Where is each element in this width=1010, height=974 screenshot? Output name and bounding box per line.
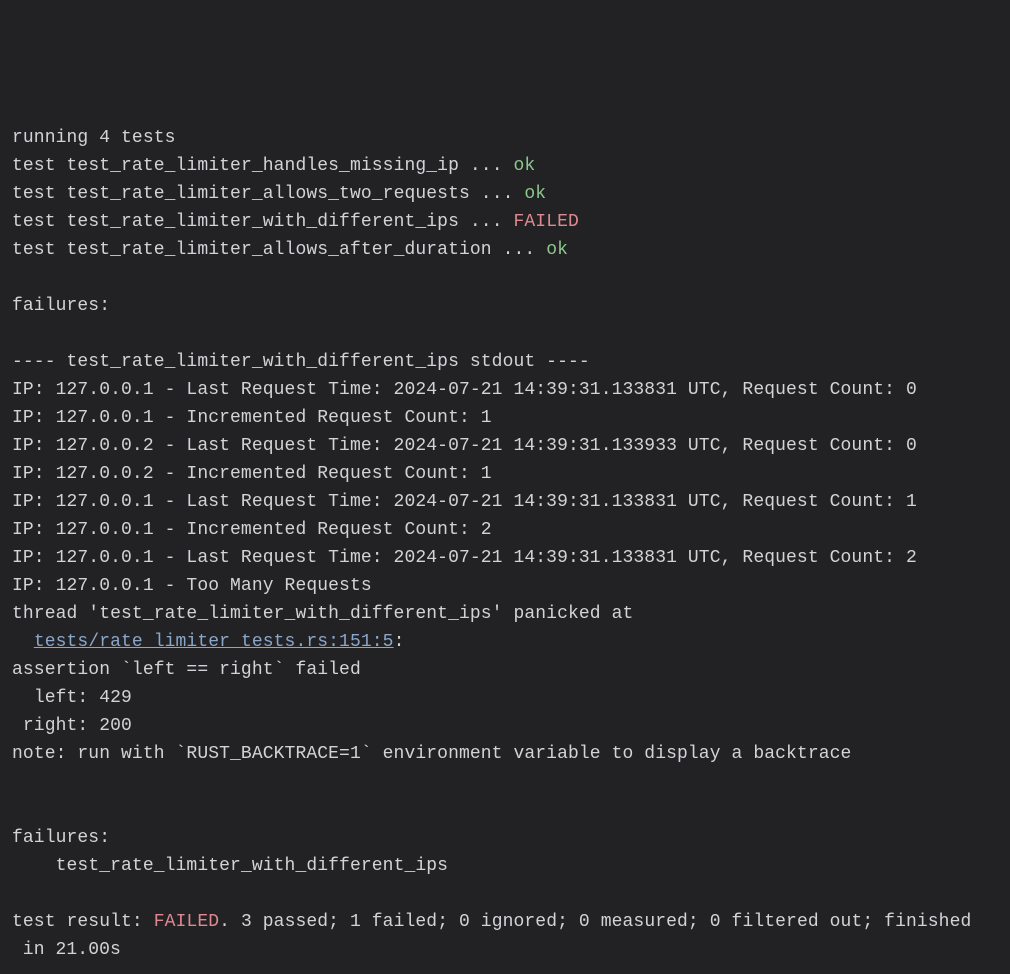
blank-line (12, 264, 998, 292)
test-status: FAILED (514, 212, 579, 232)
stdout-section-header: ---- test_rate_limiter_with_different_ip… (12, 348, 998, 376)
test-status: ok (546, 240, 568, 260)
panic-line: thread 'test_rate_limiter_with_different… (12, 600, 998, 628)
test-line: test test_rate_limiter_allows_two_reques… (12, 180, 998, 208)
terminal-output: running 4 teststest test_rate_limiter_ha… (12, 124, 998, 964)
stdout-line: IP: 127.0.0.2 - Last Request Time: 2024-… (12, 432, 998, 460)
stdout-line: IP: 127.0.0.1 - Too Many Requests (12, 572, 998, 600)
test-line: test test_rate_limiter_allows_after_dura… (12, 236, 998, 264)
running-header: running 4 tests (12, 124, 998, 152)
blank-line (12, 768, 998, 796)
stdout-line: IP: 127.0.0.1 - Last Request Time: 2024-… (12, 488, 998, 516)
stdout-line: IP: 127.0.0.1 - Last Request Time: 2024-… (12, 544, 998, 572)
assertion-right: right: 200 (12, 712, 998, 740)
assertion-line: assertion `left == right` failed (12, 656, 998, 684)
failures-list-header: failures: (12, 824, 998, 852)
assertion-left: left: 429 (12, 684, 998, 712)
test-line: test test_rate_limiter_handles_missing_i… (12, 152, 998, 180)
blank-line (12, 880, 998, 908)
test-name: test_rate_limiter_allows_after_duration (67, 240, 492, 260)
blank-line (12, 320, 998, 348)
stdout-line: IP: 127.0.0.1 - Incremented Request Coun… (12, 516, 998, 544)
test-result-line: test result: FAILED. 3 passed; 1 failed;… (12, 908, 998, 964)
backtrace-note: note: run with `RUST_BACKTRACE=1` enviro… (12, 740, 998, 768)
stdout-line: IP: 127.0.0.1 - Last Request Time: 2024-… (12, 376, 998, 404)
stdout-line: IP: 127.0.0.2 - Incremented Request Coun… (12, 460, 998, 488)
result-status: FAILED (154, 912, 219, 932)
panic-source-link[interactable]: tests/rate_limiter_tests.rs:151:5 (34, 632, 394, 652)
test-name: test_rate_limiter_allows_two_requests (67, 184, 470, 204)
test-line: test test_rate_limiter_with_different_ip… (12, 208, 998, 236)
test-name: test_rate_limiter_handles_missing_ip (67, 156, 459, 176)
panic-location-line: tests/rate_limiter_tests.rs:151:5: (12, 628, 998, 656)
blank-line (12, 796, 998, 824)
test-status: ok (514, 156, 536, 176)
test-name: test_rate_limiter_with_different_ips (67, 212, 459, 232)
test-status: ok (524, 184, 546, 204)
stdout-line: IP: 127.0.0.1 - Incremented Request Coun… (12, 404, 998, 432)
failures-header: failures: (12, 292, 998, 320)
failures-list-item: test_rate_limiter_with_different_ips (12, 852, 998, 880)
